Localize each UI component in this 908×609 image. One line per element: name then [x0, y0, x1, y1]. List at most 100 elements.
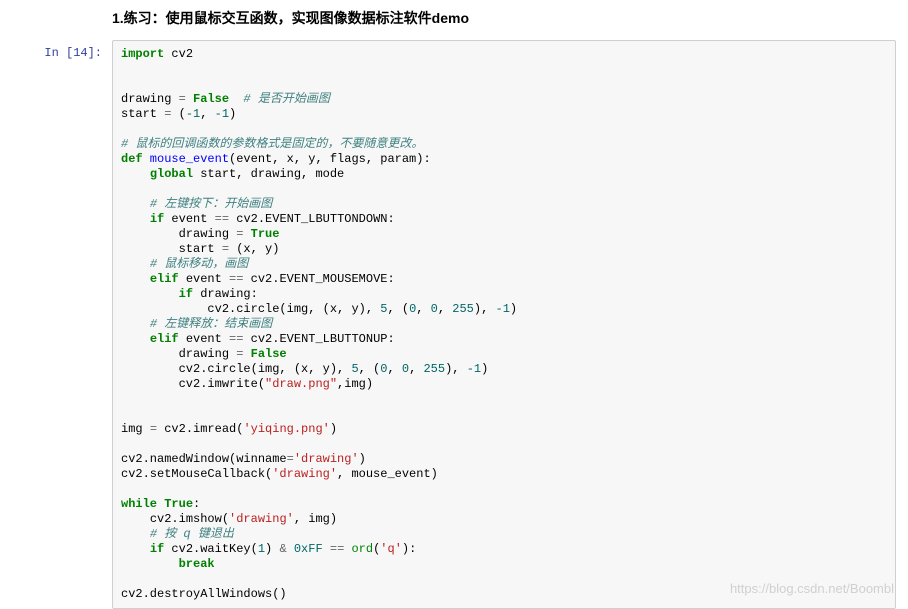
code-token: [121, 512, 150, 526]
code-token: event: [179, 272, 229, 286]
code-token: cv2.destroyAllWindows(): [121, 587, 287, 601]
code-token: =: [287, 452, 294, 466]
code-token: [121, 317, 150, 331]
code-token: cv2.setMouseCallback(: [121, 467, 272, 481]
code-token: , (: [387, 302, 409, 316]
code-token: ==: [330, 542, 344, 556]
code-token: elif: [150, 272, 179, 286]
input-prompt: In [14]:: [0, 40, 112, 60]
code-token: start: [179, 242, 222, 256]
code-token: [121, 377, 179, 391]
code-token: 0xFF: [294, 542, 323, 556]
code-token: img: [121, 422, 150, 436]
code-token: cv2: [164, 47, 193, 61]
code-token: [121, 557, 179, 571]
code-token: ,: [409, 362, 423, 376]
code-token: start: [121, 107, 164, 121]
code-token: [121, 257, 150, 271]
code-token: event: [164, 212, 214, 226]
code-token: # 是否开始画图: [229, 92, 330, 106]
code-token: ): [481, 362, 488, 376]
code-token: ): [510, 302, 517, 316]
code-token: cv2.waitKey(: [164, 542, 258, 556]
code-token: cv2.EVENT_LBUTTONDOWN:: [229, 212, 395, 226]
code-token: drawing: [179, 347, 237, 361]
code-token: import: [121, 47, 164, 61]
code-token: event: [179, 332, 229, 346]
code-token: 'drawing': [229, 512, 294, 526]
code-token: False: [186, 92, 229, 106]
code-token: [121, 332, 150, 346]
code-token: [287, 542, 294, 556]
code-token: if: [150, 212, 164, 226]
code-token: 'q': [380, 542, 402, 556]
code-token: ==: [229, 332, 243, 346]
code-input[interactable]: import cv2 drawing = False # 是否开始画图 star…: [112, 40, 896, 609]
code-token: ): [229, 107, 236, 121]
code-token: start, drawing, mode: [193, 167, 344, 181]
code-token: # 鼠标的回调函数的参数格式是固定的，不要随意更改。: [121, 137, 423, 151]
code-token: ): [330, 422, 337, 436]
code-token: cv2.EVENT_MOUSEMOVE:: [243, 272, 394, 286]
code-token: ),: [445, 362, 467, 376]
code-token: [121, 347, 179, 361]
code-token: -1: [215, 107, 229, 121]
code-token: cv2.namedWindow(winname: [121, 452, 287, 466]
code-token: 0: [402, 362, 409, 376]
code-token: # 左键释放：结束画图: [150, 317, 272, 331]
code-token: def: [121, 152, 143, 166]
code-token: (: [171, 107, 185, 121]
code-token: mouse_event: [143, 152, 229, 166]
code-token: =: [179, 92, 186, 106]
code-token: (event, x, y, flags, param):: [229, 152, 431, 166]
code-token: global: [150, 167, 193, 181]
code-token: True: [243, 227, 279, 241]
code-token: # 左键按下：开始画图: [150, 197, 272, 211]
code-token: , (: [359, 362, 381, 376]
code-token: cv2.imshow(: [150, 512, 229, 526]
code-token: drawing:: [193, 287, 258, 301]
code-token: [121, 527, 150, 541]
code-token: ==: [215, 212, 229, 226]
code-token: , mouse_event): [337, 467, 438, 481]
code-token: [121, 542, 150, 556]
code-token: elif: [150, 332, 179, 346]
code-token: [121, 167, 150, 181]
code-token: [121, 197, 150, 211]
code-token: ): [359, 452, 366, 466]
code-token: ,: [200, 107, 214, 121]
code-token: 0: [431, 302, 438, 316]
code-token: 'drawing': [294, 452, 359, 466]
code-token: ord: [351, 542, 373, 556]
code-token: =: [222, 242, 229, 256]
code-token: drawing: [179, 227, 237, 241]
code-token: cv2.imwrite(: [179, 377, 265, 391]
code-token: [121, 227, 179, 241]
code-token: (x, y): [229, 242, 279, 256]
code-token: 255: [452, 302, 474, 316]
code-token: "draw.png": [265, 377, 337, 391]
code-token: cv2.circle(img, (x, y),: [179, 362, 352, 376]
code-token: if: [150, 542, 164, 556]
code-token: [121, 242, 179, 256]
code-token: cv2.imread(: [157, 422, 243, 436]
code-token: ,: [387, 362, 401, 376]
code-token: cv2.EVENT_LBUTTONUP:: [243, 332, 394, 346]
code-token: ,: [438, 302, 452, 316]
code-token: -1: [186, 107, 200, 121]
code-token: ):: [402, 542, 416, 556]
code-token: drawing: [121, 92, 179, 106]
code-token: while: [121, 497, 157, 511]
code-token: 'drawing': [272, 467, 337, 481]
code-token: True: [157, 497, 193, 511]
code-token: cv2.circle(img, (x, y),: [207, 302, 380, 316]
code-token: ==: [229, 272, 243, 286]
code-token: if: [179, 287, 193, 301]
code-token: 'yiqing.png': [243, 422, 329, 436]
code-token: 1: [258, 542, 265, 556]
code-token: [121, 287, 179, 301]
code-token: ): [265, 542, 279, 556]
code-cell: In [14]: import cv2 drawing = False # 是否…: [0, 40, 908, 609]
code-token: ,img): [337, 377, 373, 391]
code-token: [121, 272, 150, 286]
